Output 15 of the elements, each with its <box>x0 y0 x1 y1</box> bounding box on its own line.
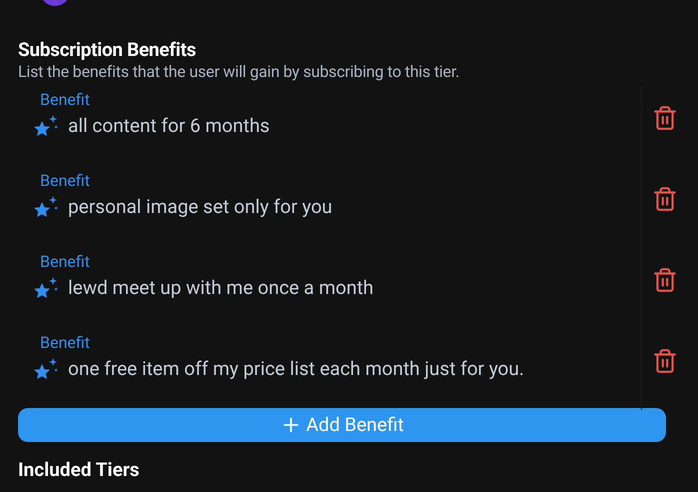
benefit-input[interactable]: all content for 6 months <box>68 113 641 139</box>
delete-icon[interactable] <box>652 104 678 130</box>
delete-icon[interactable] <box>652 266 678 292</box>
delete-icon[interactable] <box>652 186 678 212</box>
section-description: List the benefits that the user will gain by subscribing to this tier. <box>18 62 460 82</box>
field-label: Benefit <box>40 252 90 272</box>
field-label: Benefit <box>40 90 90 110</box>
field-label: Benefit <box>40 333 90 353</box>
field-label: Benefit <box>40 171 90 191</box>
benefit-input[interactable]: personal image set only for you <box>68 194 641 220</box>
benefit-input[interactable]: lewd meet up with me once a month <box>68 275 641 301</box>
delete-icon[interactable] <box>652 348 678 374</box>
benefit-input[interactable]: one free item off my price list each month just for you. <box>68 356 641 382</box>
section-title: Included Tiers <box>18 458 140 482</box>
section-title: Subscription Benefits <box>18 38 197 62</box>
